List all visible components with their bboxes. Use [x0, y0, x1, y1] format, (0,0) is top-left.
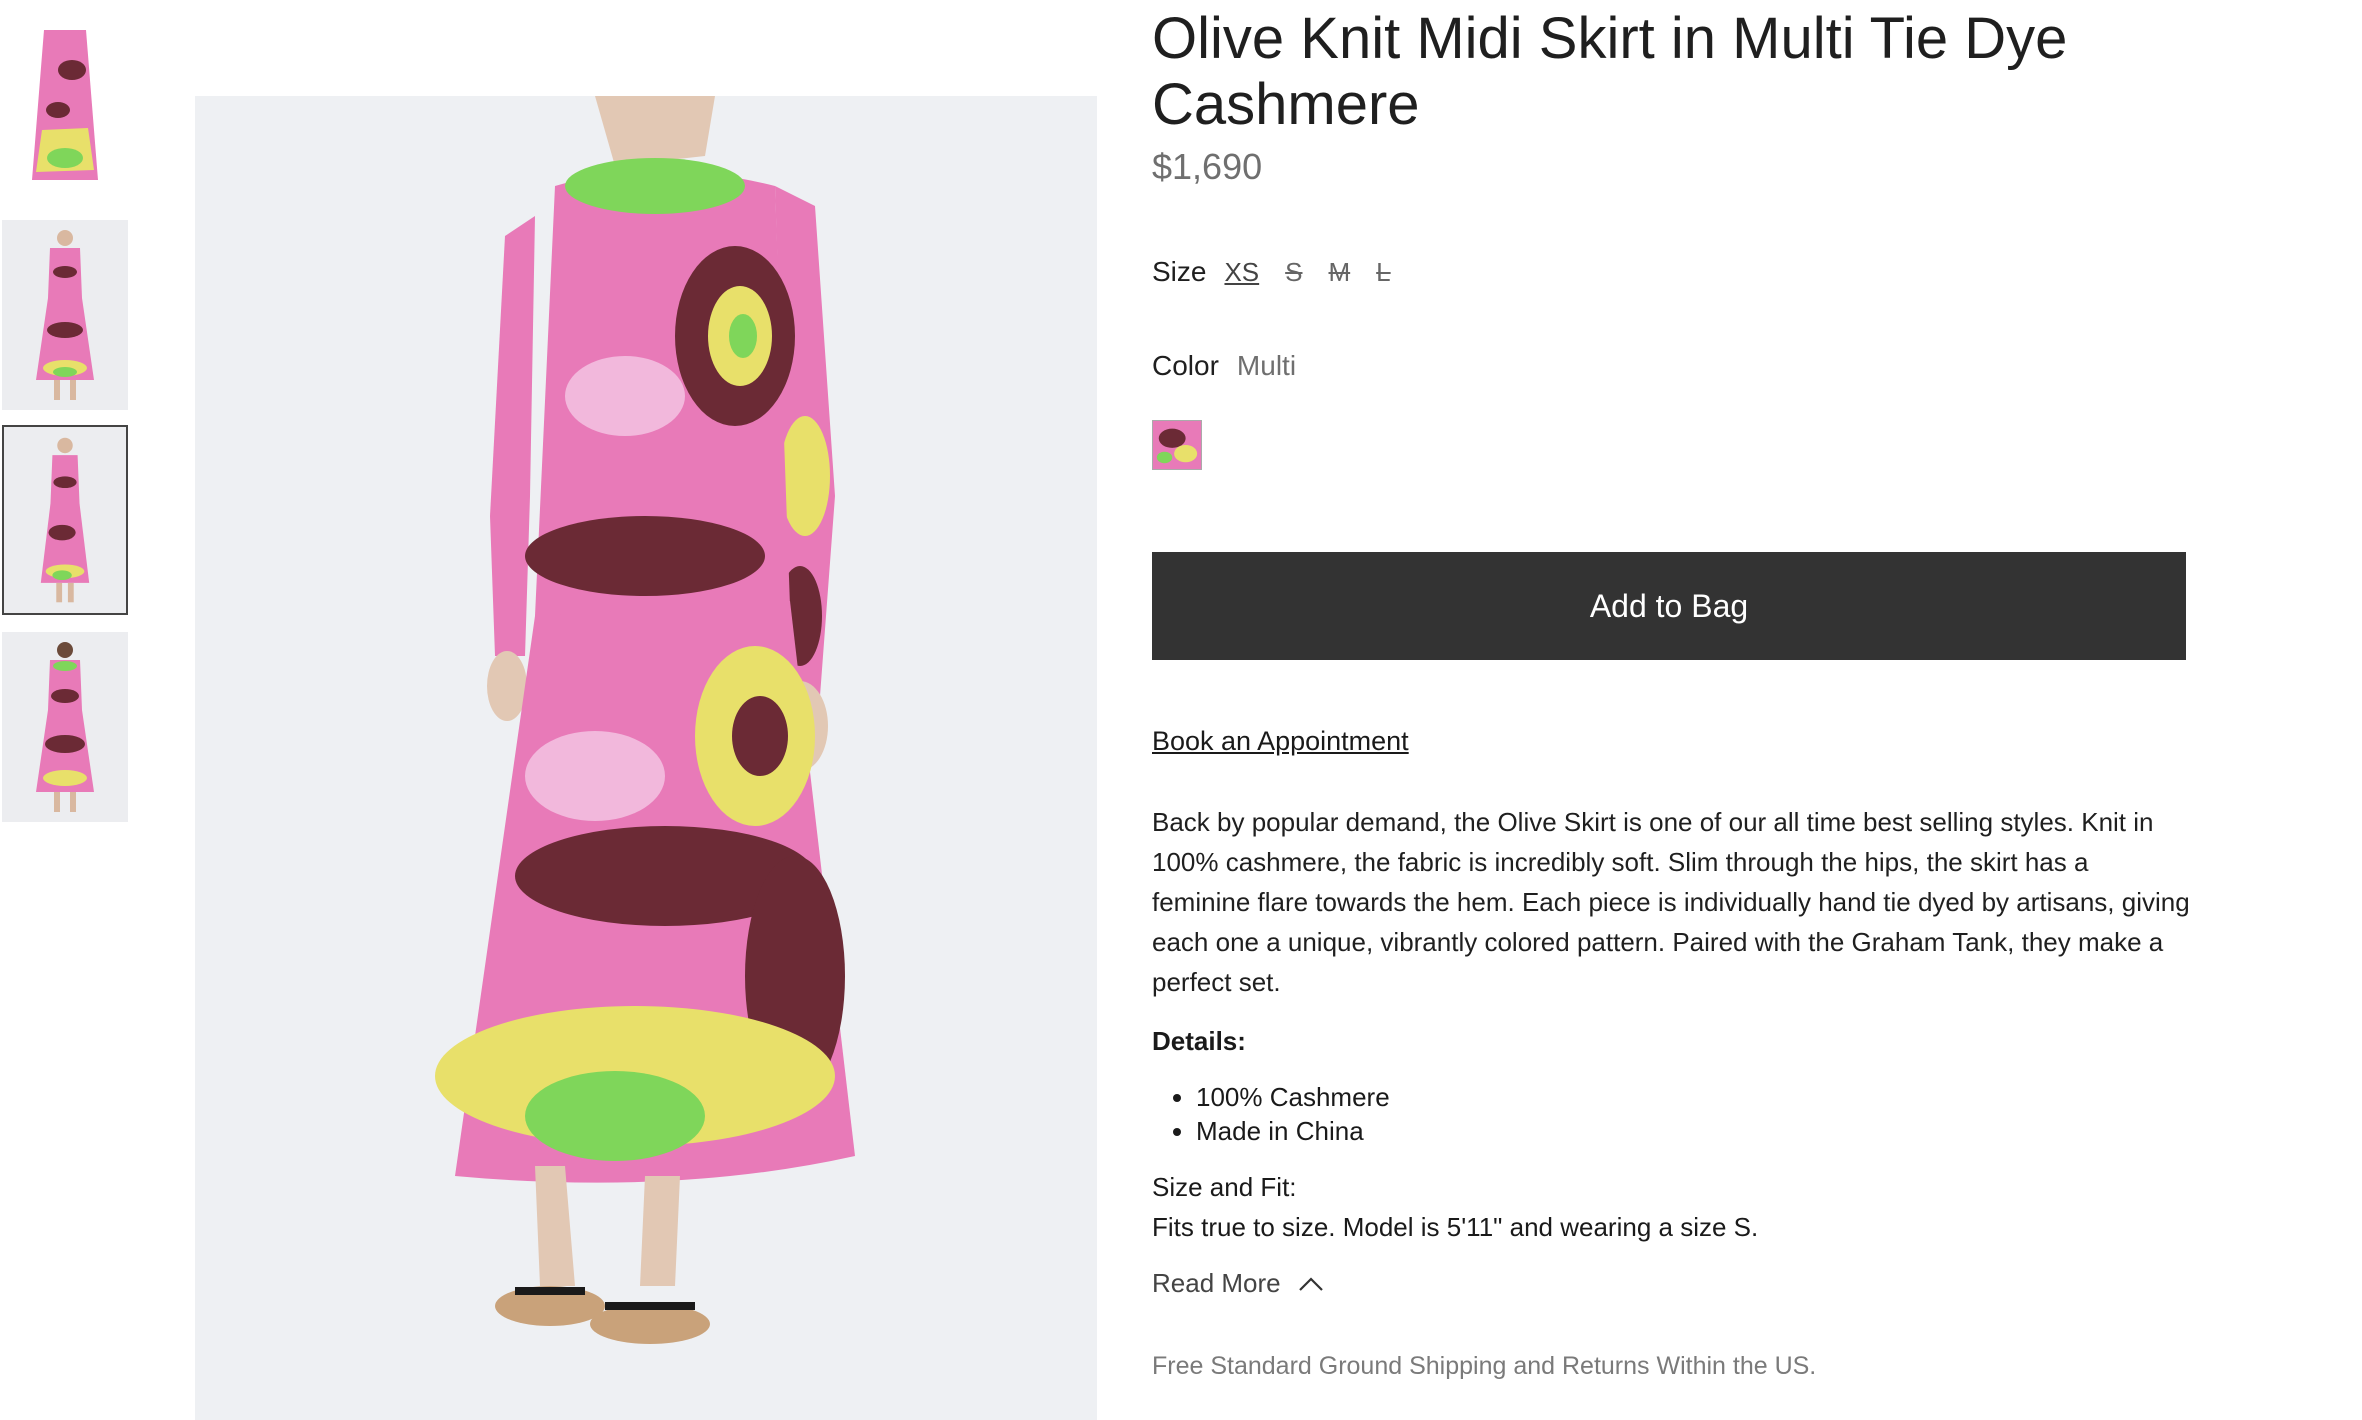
thumbnail-skirt-flat[interactable] — [2, 0, 128, 190]
details-item: Made in China — [1196, 1114, 1390, 1148]
product-description: Back by popular demand, the Olive Skirt … — [1152, 807, 2190, 997]
main-product-image[interactable] — [195, 96, 1097, 1420]
thumbnail-back-view[interactable] — [2, 632, 128, 822]
model-wearing-outfit-image — [195, 96, 1097, 1420]
chevron-up-icon — [1298, 1276, 1323, 1291]
details-item: 100% Cashmere — [1196, 1080, 1390, 1114]
size-option-m[interactable]: M — [1329, 257, 1351, 288]
size-selector: Size XS S M L — [1152, 256, 1417, 288]
size-fit-heading: Size and Fit: — [1152, 1172, 1297, 1202]
details-list: 100% Cashmere Made in China — [1152, 1080, 1390, 1148]
thumbnail-side-view[interactable] — [2, 425, 128, 615]
color-label: Color — [1152, 350, 1219, 381]
read-more-toggle[interactable]: Read More — [1152, 1268, 1325, 1299]
size-label: Size — [1152, 256, 1207, 287]
color-selector: Color Multi — [1152, 350, 1296, 382]
color-value: Multi — [1236, 350, 1297, 381]
color-swatch-multi[interactable] — [1152, 420, 1202, 470]
product-title: Olive Knit Midi Skirt in Multi Tie Dye C… — [1152, 6, 2068, 137]
skirt-flat-image — [32, 30, 98, 180]
book-appointment-link[interactable]: Book an Appointment — [1152, 726, 1409, 757]
tie-dye-swatch-image — [1153, 421, 1201, 469]
size-option-xs[interactable]: XS — [1224, 257, 1259, 288]
size-fit-text: Fits true to size. Model is 5'11" and we… — [1152, 1212, 1759, 1242]
read-more-label: Read More — [1152, 1268, 1281, 1298]
product-price: $1,690 — [1152, 146, 1263, 187]
add-to-bag-button[interactable]: Add to Bag — [1152, 552, 2186, 660]
shipping-note: Free Standard Ground Shipping and Return… — [1152, 1352, 1817, 1380]
size-option-l[interactable]: L — [1376, 257, 1390, 288]
model-back-image — [36, 642, 94, 812]
size-option-s[interactable]: S — [1285, 257, 1302, 288]
thumbnail-front-view[interactable] — [2, 220, 128, 410]
details-heading: Details: — [1152, 1026, 1246, 1056]
model-side-image — [40, 437, 90, 603]
model-front-image — [36, 230, 94, 400]
